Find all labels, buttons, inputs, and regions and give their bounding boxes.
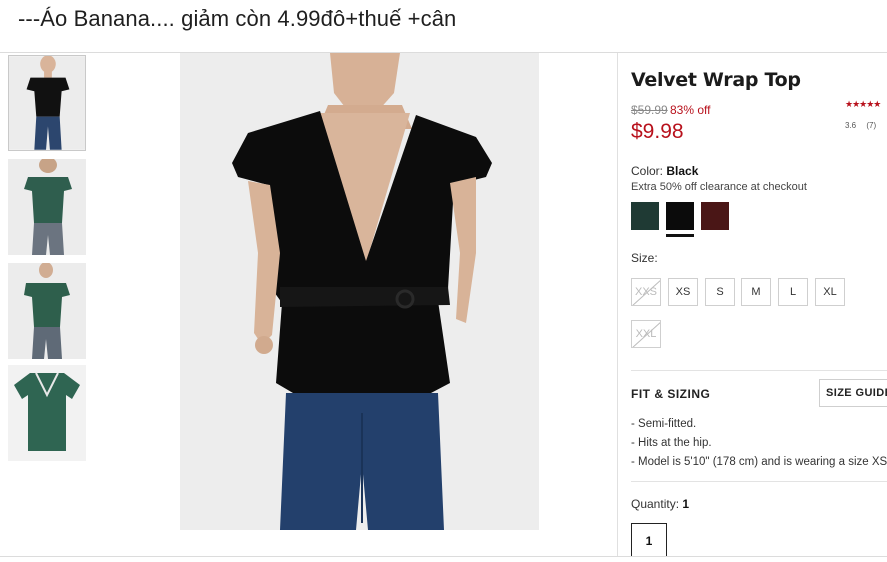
section-divider [631,370,887,371]
color-label: Color: Black [631,164,698,178]
thumbnail-back-green[interactable] [8,159,86,255]
quantity-label: Quantity: 1 [631,497,689,511]
main-product-image [180,53,539,530]
flat-green-photo-icon [8,365,86,461]
thumbnail-front-green[interactable] [8,263,86,359]
size-m-button[interactable]: M [741,278,771,306]
clearance-promo: Extra 50% off clearance at checkout [631,181,807,193]
product-title: Velvet Wrap Top [631,69,801,91]
rating-count[interactable]: (7) [866,121,876,130]
rating-value: 3.6 [845,121,857,130]
quantity-label-text: Quantity: [631,497,680,511]
fit-bullets: - Semi-fitted. - Hits at the hip. - Mode… [631,415,887,472]
post-caption: ---Áo Banana.... giảm còn 4.99đô+thuế +c… [18,6,457,31]
size-label: Size: [631,251,658,265]
size-xxl-button[interactable]: XXL [631,320,661,348]
panel-divider [617,53,618,556]
section-divider [631,481,887,482]
rating-stars-icon[interactable]: ★★★★★ [845,99,881,110]
model-wearing-velvet-top-icon [180,53,539,530]
product-page-screenshot: Velvet Wrap Top ★★★★★ 3.6 (7) $59.99 83%… [0,52,887,557]
quantity-selector[interactable]: 1 [631,523,667,556]
original-price: $59.99 [631,103,668,117]
swatch-black[interactable] [666,202,694,230]
selected-color: Black [666,164,699,178]
fit-bullet: - Hits at the hip. [631,437,712,449]
size-s-button[interactable]: S [705,278,735,306]
selected-swatch-indicator [666,234,694,237]
size-guide-button[interactable]: SIZE GUIDE [819,379,887,407]
thumbnail-front-black[interactable] [8,55,86,151]
fit-sizing-title: FIT & SIZING [631,387,711,401]
sale-price: $9.98 [631,120,684,143]
size-xxs-button[interactable]: XXS [631,278,661,306]
swatch-burgundy[interactable] [701,202,729,230]
swatch-green[interactable] [631,202,659,230]
size-xl-button[interactable]: XL [815,278,845,306]
back-green-photo-icon [8,159,86,255]
rating-meta: 3.6 (7) [845,121,884,130]
size-xs-button[interactable]: XS [668,278,698,306]
fit-bullet: - Semi-fitted. [631,418,697,430]
discount-badge: 83% off [670,103,711,117]
thumbnail-flat-green[interactable] [8,365,86,461]
front-green-photo-icon [8,263,86,359]
color-label-text: Color: [631,164,664,178]
size-l-button[interactable]: L [778,278,808,306]
front-black-photo-icon [9,56,85,150]
fit-bullet: - Model is 5'10" (178 cm) and is wearing… [631,456,887,468]
quantity-value: 1 [682,497,690,511]
product-details-panel: Velvet Wrap Top ★★★★★ 3.6 (7) $59.99 83%… [631,53,887,556]
